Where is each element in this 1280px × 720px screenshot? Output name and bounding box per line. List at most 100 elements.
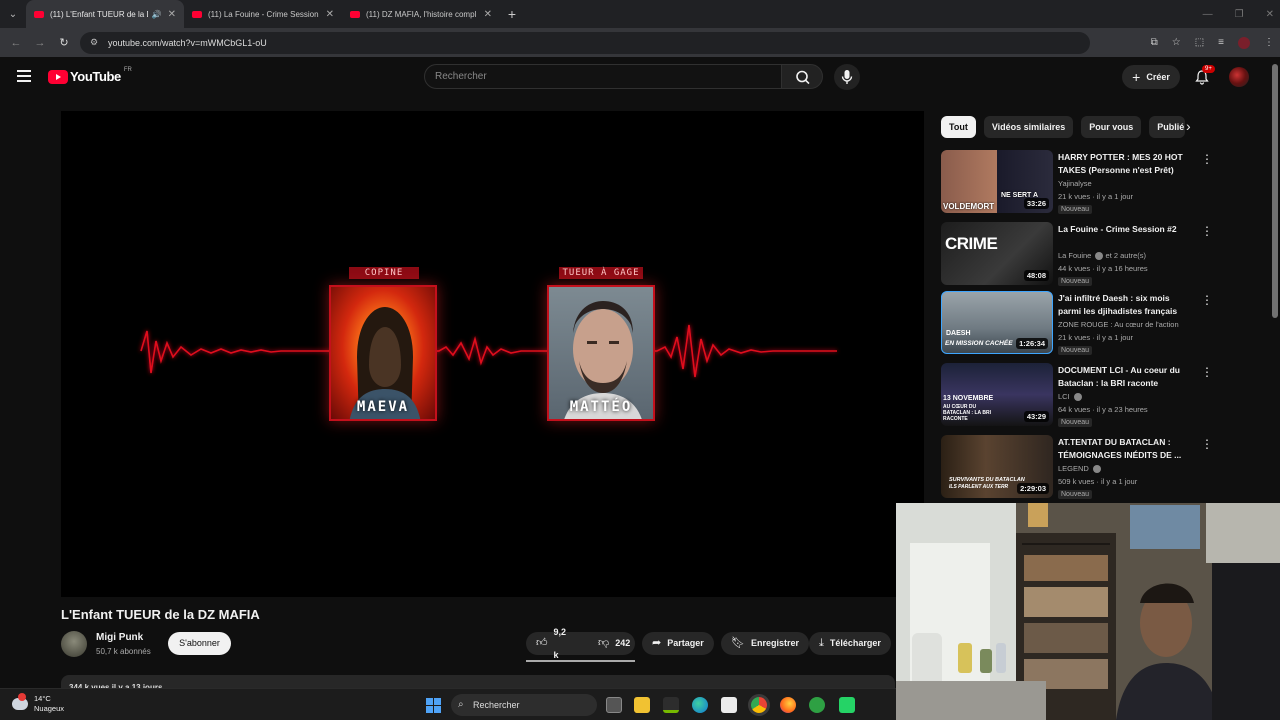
search-input[interactable]: Rechercher [424,64,782,89]
rec-title[interactable]: J'ai infiltré Daesh : six mois parmi les… [1058,292,1188,318]
tab-search-chevron-icon[interactable]: ⌄ [0,0,26,28]
video-player[interactable]: COPINE MAEVA TUEUR À GAGE MATTÉO [61,111,924,597]
chip-videos-similaires[interactable]: Vidéos similaires [983,116,1074,138]
browser-menu-icon[interactable]: ⋮ [1264,37,1274,48]
bookmark-star-icon[interactable]: ☆ [1172,37,1181,48]
rec-item-5[interactable]: SURVIVANTS DU BATACLAN ILS PARLENT AUX T… [941,435,1213,499]
rec-channel-line: La Fouine et 2 autre(s) [1058,251,1146,261]
site-info-icon[interactable]: ⚙ [90,37,102,48]
rec-channel[interactable]: ZONE ROUGE : Au cœur de l'action [1058,320,1179,329]
rec-thumbnail[interactable]: VOLDEMORT NE SERT A 33:26 [941,150,1053,213]
download-label: Télécharger [829,638,881,648]
more-options-icon[interactable]: ⋮ [1201,224,1213,238]
file-explorer-icon[interactable] [634,697,650,713]
task-view-icon[interactable] [606,697,622,713]
account-avatar[interactable] [1229,67,1249,87]
rec-channel-extra[interactable]: et 2 autre(s) [1106,251,1146,260]
youtube-favicon-icon [350,10,360,18]
thumb-text: VOLDEMORT [943,202,995,211]
rec-thumbnail[interactable]: DAESH EN MISSION CACHÉE 1:26:34 [941,291,1053,354]
edge-icon[interactable] [692,697,708,713]
rec-title[interactable]: AT.TENTAT DU BATACLAN : TÉMOIGNAGES INÉD… [1058,436,1188,462]
save-button[interactable]: 🔖︎ Enregistrer [721,632,809,655]
rec-item-2[interactable]: CRIME 48:08 La Fouine - Crime Session #2… [941,222,1213,286]
store-icon[interactable] [721,697,737,713]
youtube-logo[interactable]: YouTube FR [48,67,132,84]
firefox-icon[interactable] [780,697,796,713]
new-tab-button[interactable]: + [500,6,524,22]
filter-chips: Tout Vidéos similaires Pour vous Publié [941,116,1186,138]
rec-item-4[interactable]: 13 NOVEMBRE AU CŒUR DU BATACLAN : LA BRI… [941,363,1213,427]
channel-avatar[interactable] [61,631,87,657]
browser-tab-2[interactable]: (11) La Fouine - Crime Session ✕ [184,0,342,28]
like-button[interactable]: 👍︎ 9,2 k [526,627,576,660]
youtube-play-icon [48,69,68,84]
voice-search-button[interactable] [834,64,860,90]
taskbar-search-label: Rechercher [473,700,520,710]
maximize-icon[interactable]: ❐ [1235,9,1244,20]
rec-item-3[interactable]: DAESH EN MISSION CACHÉE 1:26:34 J'ai inf… [941,291,1213,355]
nvidia-icon[interactable] [663,697,679,713]
card-tag-tueur: TUEUR À GAGE [559,267,643,279]
download-button[interactable]: ⤓ Télécharger [809,632,891,655]
taskbar-search[interactable]: ⌕ Rechercher [451,694,597,716]
url-text: youtube.com/watch?v=mWMCbGL1-oU [108,37,267,48]
new-badge: Nouveau [1058,490,1093,499]
rec-thumbnail[interactable]: 13 NOVEMBRE AU CŒUR DU BATACLAN : LA BRI… [941,363,1053,426]
minimize-icon[interactable]: — [1203,9,1213,20]
more-options-icon[interactable]: ⋮ [1201,365,1213,379]
profile-icon[interactable] [1238,36,1250,49]
like-dislike-group: 👍︎ 9,2 k 👎︎ 242 [526,627,635,660]
rec-item-1[interactable]: VOLDEMORT NE SERT A 33:26 HARRY POTTER :… [941,150,1213,214]
back-icon[interactable]: ← [4,37,28,49]
chips-next-chevron-icon[interactable]: › [1186,118,1191,134]
rec-channel[interactable]: Yajinalyse [1058,179,1092,188]
more-options-icon[interactable]: ⋮ [1201,152,1213,166]
channel-name[interactable]: Migi Punk [96,632,143,643]
plus-icon: + [1132,69,1141,85]
search-button[interactable] [781,64,823,89]
forward-icon[interactable]: → [28,37,52,49]
reading-list-icon[interactable]: ≡ [1218,37,1224,48]
whatsapp-icon[interactable] [839,697,855,713]
subscriber-count: 50,7 k abonnés [96,647,151,656]
rec-title[interactable]: HARRY POTTER : MES 20 HOT TAKES (Personn… [1058,151,1188,177]
rec-thumbnail[interactable]: SURVIVANTS DU BATACLAN ILS PARLENT AUX T… [941,435,1053,498]
page-scrollbar[interactable] [1272,64,1278,318]
rec-title[interactable]: La Fouine - Crime Session #2 [1058,223,1188,236]
thumb-text: CRIME [945,234,998,253]
rec-title[interactable]: DOCUMENT LCI - Au coeur du Bataclan : la… [1058,364,1188,390]
rec-channel[interactable]: LCI [1058,392,1070,401]
windows-start-icon[interactable] [426,698,441,713]
install-app-icon[interactable]: ⧉ [1151,37,1158,48]
tab-close-icon[interactable]: ✕ [326,9,334,20]
tab-close-icon[interactable]: ✕ [484,9,492,20]
chip-publie[interactable]: Publié [1149,116,1186,138]
menu-icon[interactable] [17,70,31,82]
reload-icon[interactable]: ↻ [52,36,76,49]
rec-channel[interactable]: LEGEND [1058,464,1089,473]
chip-pour-vous[interactable]: Pour vous [1081,116,1142,138]
thumbs-up-icon: 👍︎ [536,637,548,649]
weather-widget[interactable]: 14°C Nuageux [12,693,64,714]
extensions-icon[interactable]: ⬚ [1195,37,1204,48]
new-badge: Nouveau [1058,205,1093,214]
tab-close-icon[interactable]: ✕ [168,9,176,20]
windows-taskbar: 14°C Nuageux ⌕ Rechercher [0,688,896,720]
more-options-icon[interactable]: ⋮ [1201,293,1213,307]
url-field[interactable]: ⚙ youtube.com/watch?v=mWMCbGL1-oU [80,31,1090,54]
rec-channel[interactable]: La Fouine [1058,251,1091,260]
close-window-icon[interactable]: ✕ [1266,9,1274,20]
create-button[interactable]: + Créer [1122,65,1180,89]
dislike-button[interactable]: 👎︎ 242 [588,632,640,655]
subscribe-button[interactable]: S'abonner [168,632,231,655]
browser-tab-3[interactable]: (11) DZ MAFIA, l'histoire compl ✕ [342,0,500,28]
more-options-icon[interactable]: ⋮ [1201,437,1213,451]
chip-tout[interactable]: Tout [941,116,976,138]
browser-tab-1[interactable]: (11) L'Enfant TUEUR de la D 🔊 ✕ [26,0,184,28]
rec-thumbnail[interactable]: CRIME 48:08 [941,222,1053,285]
share-button[interactable]: ➦ Partager [642,632,714,655]
chrome-icon[interactable] [751,697,767,713]
speaker-icon[interactable]: 🔊 [152,10,162,19]
app-icon[interactable] [809,697,825,713]
